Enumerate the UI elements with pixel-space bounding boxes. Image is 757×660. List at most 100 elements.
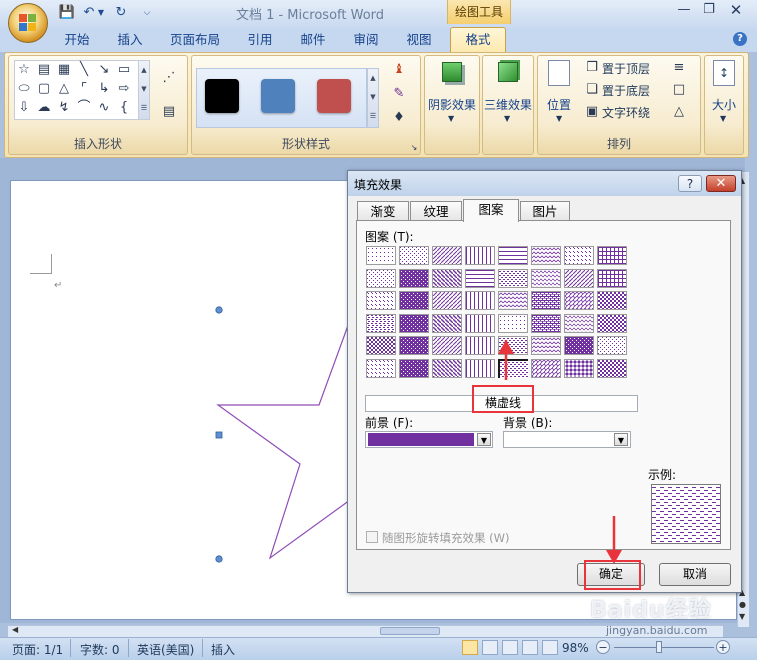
pattern-cell[interactable] [465, 246, 495, 265]
outline-view-icon[interactable] [522, 640, 538, 655]
fill-bucket-icon[interactable]: ♝ [388, 62, 410, 78]
pattern-cell[interactable] [366, 336, 396, 355]
position-button[interactable]: 位置 [541, 96, 577, 113]
right-arrow-shape-icon[interactable]: ⇨ [116, 81, 132, 97]
shapes-gallery-scroll[interactable]: ▲ ▼ ☰ [138, 61, 149, 119]
pattern-cell[interactable] [531, 268, 561, 288]
rotate-with-shape-checkbox[interactable] [366, 531, 378, 543]
text-wrapping-button[interactable]: 文字环绕 [602, 104, 650, 121]
rectangle-shape-icon[interactable]: ▭ [116, 62, 132, 78]
pattern-cell[interactable] [366, 313, 396, 333]
chevron-down-icon[interactable]: ▼ [477, 433, 491, 446]
arrow-line-icon[interactable]: ↘ [96, 62, 112, 78]
pattern-cell[interactable] [597, 313, 627, 333]
select-browse-icon[interactable]: ● [739, 600, 748, 609]
pattern-cell[interactable] [399, 268, 429, 288]
elbow-arrow-icon[interactable]: ↳ [96, 81, 112, 97]
rotate-icon[interactable]: △ [668, 104, 690, 120]
dialog-close-button[interactable]: ✕ [706, 175, 736, 192]
style-swatch-blue[interactable] [261, 79, 295, 113]
pattern-cell[interactable] [597, 246, 627, 265]
shape-outline-icon[interactable]: ✎ [388, 86, 410, 102]
chevron-down-icon[interactable]: ▼ [614, 433, 628, 446]
pattern-cell[interactable] [465, 268, 495, 288]
vertical-textbox-icon[interactable]: ▦ [56, 62, 72, 78]
rounded-rect-icon[interactable]: ▢ [36, 81, 52, 97]
pattern-cell[interactable] [531, 313, 561, 333]
pattern-cell[interactable] [465, 336, 495, 355]
pattern-cell[interactable] [564, 358, 594, 378]
pattern-cell[interactable] [564, 291, 594, 310]
style-swatch-red[interactable] [317, 79, 351, 113]
pattern-cell[interactable] [465, 313, 495, 333]
tab-gradient[interactable]: 渐变 [357, 201, 409, 221]
curve-shape-icon[interactable]: ∿ [96, 100, 112, 116]
close-window-icon[interactable]: ✕ [724, 2, 748, 20]
cloud-shape-icon[interactable]: ☁ [36, 100, 52, 116]
pattern-cell[interactable] [399, 358, 429, 378]
elbow-connector-icon[interactable]: ⌜ [76, 81, 92, 97]
cancel-button[interactable]: 取消 [659, 563, 731, 586]
pattern-cell[interactable] [465, 358, 495, 378]
shadow-effects-button[interactable]: 阴影效果 [424, 96, 480, 113]
language-indicator[interactable]: 英语(美国) [137, 641, 194, 658]
pattern-cell[interactable] [366, 358, 396, 378]
tab-texture[interactable]: 纹理 [410, 201, 462, 221]
pattern-cell[interactable] [399, 336, 429, 355]
pattern-cell[interactable] [465, 291, 495, 310]
pattern-cell[interactable] [432, 313, 462, 333]
pattern-cell[interactable] [498, 246, 528, 265]
3d-effects-icon[interactable] [498, 62, 518, 82]
dialog-launcher-icon[interactable]: ↘ [408, 140, 420, 156]
pattern-cell[interactable] [432, 291, 462, 310]
lightning-shape-icon[interactable]: ↯ [56, 100, 72, 116]
align-icon[interactable]: ≡ [668, 60, 690, 76]
group-objects-icon[interactable]: □ [668, 82, 690, 98]
pattern-cell[interactable] [366, 246, 396, 265]
word-count[interactable]: 字数: 0 [80, 641, 120, 658]
pattern-cell[interactable] [597, 336, 627, 355]
tab-references[interactable]: 引用 [240, 28, 280, 52]
minimize-icon[interactable]: — [672, 2, 696, 20]
pattern-cell[interactable] [597, 291, 627, 310]
pattern-cell[interactable] [366, 268, 396, 288]
pattern-cell[interactable] [498, 268, 528, 288]
pattern-cell[interactable] [564, 268, 594, 288]
scroll-left-icon[interactable]: ◀ [12, 625, 18, 634]
line-shape-icon[interactable]: ╲ [76, 62, 92, 78]
pattern-cell[interactable] [597, 268, 627, 288]
down-arrow-shape-icon[interactable]: ⇩ [16, 100, 32, 116]
background-color-select[interactable] [503, 431, 631, 448]
pattern-cell[interactable] [531, 246, 561, 265]
pattern-cell[interactable] [564, 336, 594, 355]
styles-gallery-scroll[interactable]: ▲ ▼ ☰ [367, 68, 379, 128]
pattern-cell[interactable] [498, 291, 528, 310]
size-button[interactable]: 大小 [704, 96, 744, 113]
edit-shape-icon[interactable]: ⋰ [158, 70, 180, 86]
dialog-help-button[interactable]: ? [678, 175, 702, 192]
brace-shape-icon[interactable]: { [116, 100, 132, 116]
style-swatch-black[interactable] [205, 79, 239, 113]
triangle-shape-icon[interactable]: △ [56, 81, 72, 97]
arc-shape-icon[interactable]: ⌒ [76, 100, 92, 116]
tab-page-layout[interactable]: 页面布局 [162, 28, 228, 52]
pattern-cell[interactable] [531, 291, 561, 310]
tab-picture[interactable]: 图片 [520, 201, 570, 221]
tab-review[interactable]: 审阅 [346, 28, 386, 52]
pattern-cell[interactable] [432, 246, 462, 265]
undo-dropdown-icon[interactable]: ▼ [96, 4, 106, 22]
pattern-cell[interactable] [531, 358, 561, 378]
pattern-cell[interactable] [498, 313, 528, 333]
position-icon[interactable] [548, 60, 570, 86]
tab-insert[interactable]: 插入 [110, 28, 150, 52]
zoom-level[interactable]: 98% [562, 641, 589, 655]
oval-shape-icon[interactable]: ⬭ [16, 81, 32, 97]
hscroll-thumb[interactable] [380, 627, 440, 635]
zoom-slider-thumb[interactable] [656, 641, 662, 653]
tab-view[interactable]: 视图 [398, 28, 440, 52]
change-shape-icon[interactable]: ♦ [388, 110, 410, 126]
star-shape-icon[interactable]: ☆ [16, 62, 32, 78]
pattern-cell[interactable] [399, 313, 429, 333]
full-screen-view-icon[interactable] [482, 640, 498, 655]
pattern-cell[interactable] [366, 291, 396, 310]
